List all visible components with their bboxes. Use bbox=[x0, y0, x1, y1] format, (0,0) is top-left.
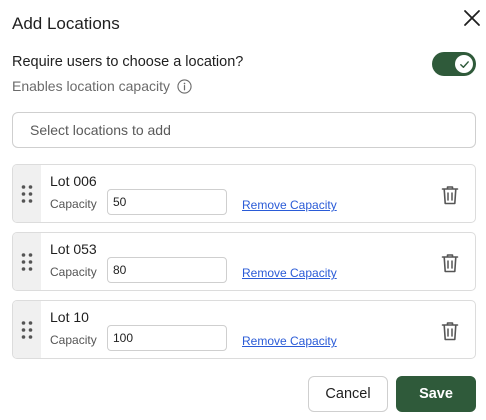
drag-handle-icon bbox=[21, 252, 33, 271]
trash-icon bbox=[441, 322, 459, 341]
check-icon bbox=[459, 60, 469, 68]
capacity-label: Capacity bbox=[50, 265, 97, 279]
remove-capacity-link[interactable]: Remove Capacity bbox=[242, 266, 337, 280]
location-capacity-hint-text: Enables location capacity bbox=[12, 78, 170, 94]
location-name: Lot 053 bbox=[50, 241, 97, 257]
capacity-label: Capacity bbox=[50, 197, 97, 211]
delete-location-button[interactable] bbox=[440, 184, 460, 206]
info-icon[interactable] bbox=[177, 78, 192, 94]
drag-handle[interactable] bbox=[13, 301, 41, 358]
trash-icon bbox=[441, 254, 459, 273]
location-name: Lot 006 bbox=[50, 173, 97, 189]
location-select[interactable]: Select locations to add bbox=[12, 112, 476, 148]
remove-capacity-link[interactable]: Remove Capacity bbox=[242, 198, 337, 212]
drag-handle-icon bbox=[21, 184, 33, 203]
capacity-input[interactable] bbox=[107, 189, 227, 215]
location-card: Lot 006 Capacity Remove Capacity bbox=[12, 164, 476, 223]
dialog-title: Add Locations bbox=[12, 14, 120, 33]
location-select-placeholder: Select locations to add bbox=[30, 122, 171, 138]
require-location-label: Require users to choose a location? bbox=[12, 54, 244, 70]
close-icon bbox=[464, 10, 480, 26]
location-card: Lot 10 Capacity Remove Capacity bbox=[12, 300, 476, 359]
capacity-input[interactable] bbox=[107, 325, 227, 351]
delete-location-button[interactable] bbox=[440, 252, 460, 274]
drag-handle[interactable] bbox=[13, 165, 41, 222]
remove-capacity-link[interactable]: Remove Capacity bbox=[242, 334, 337, 348]
add-locations-dialog: Add Locations Require users to choose a … bbox=[0, 0, 486, 420]
cancel-button[interactable]: Cancel bbox=[308, 376, 388, 412]
close-button[interactable] bbox=[460, 6, 484, 30]
require-location-toggle[interactable] bbox=[432, 52, 476, 76]
save-button[interactable]: Save bbox=[396, 376, 476, 412]
capacity-label: Capacity bbox=[50, 333, 97, 347]
location-name: Lot 10 bbox=[50, 309, 89, 325]
delete-location-button[interactable] bbox=[440, 320, 460, 342]
drag-handle[interactable] bbox=[13, 233, 41, 290]
toggle-knob bbox=[455, 55, 473, 73]
capacity-input[interactable] bbox=[107, 257, 227, 283]
location-card: Lot 053 Capacity Remove Capacity bbox=[12, 232, 476, 291]
location-capacity-hint: Enables location capacity bbox=[12, 78, 192, 94]
trash-icon bbox=[441, 186, 459, 205]
drag-handle-icon bbox=[21, 320, 33, 339]
